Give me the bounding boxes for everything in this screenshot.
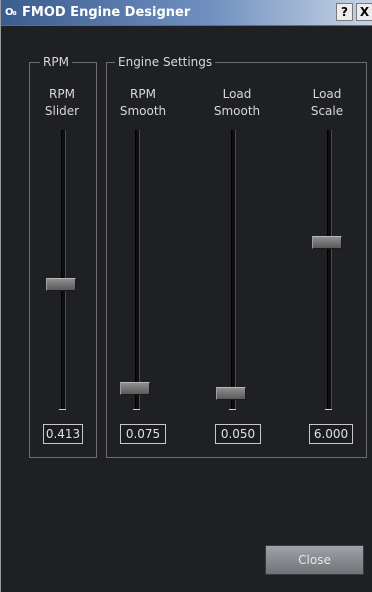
rpm-slider-value[interactable]: 0.413: [43, 424, 83, 444]
load-smooth-track[interactable]: [231, 130, 236, 410]
rpm-smooth-thumb[interactable]: [120, 381, 150, 395]
rpm-slider-thumb[interactable]: [46, 278, 76, 291]
rpm-slider-track[interactable]: [61, 130, 66, 410]
rpm-slider-tick: [59, 409, 66, 410]
help-button[interactable]: ?: [336, 3, 353, 21]
rpm-smooth-label: RPM Smooth: [113, 86, 173, 120]
rpm-slider-label-line2: Slider: [44, 104, 80, 118]
engine-designer-window: O₈ FMOD Engine Designer ? X RPM Engine S…: [0, 0, 372, 592]
rpm-smooth-tick: [133, 409, 140, 410]
load-smooth-label-line2: Smooth: [213, 104, 261, 118]
load-scale-thumb[interactable]: [312, 236, 342, 249]
load-scale-tick: [325, 409, 332, 410]
load-scale-label-line1: Load: [312, 87, 342, 101]
load-scale-value[interactable]: 6.000: [309, 424, 353, 444]
engine-settings-legend: Engine Settings: [115, 55, 216, 70]
fmod-app-icon: O₈: [5, 7, 17, 18]
rpm-slider-label-line1: RPM: [49, 87, 75, 101]
load-smooth-label: Load Smooth: [207, 86, 267, 120]
rpm-smooth-label-line2: Smooth: [119, 104, 167, 118]
load-scale-label-line2: Scale: [310, 104, 344, 118]
rpm-smooth-track[interactable]: [135, 130, 140, 410]
load-smooth-value[interactable]: 0.050: [215, 424, 261, 444]
load-smooth-tick: [229, 409, 236, 410]
rpm-slider-label: RPM Slider: [32, 86, 92, 120]
load-smooth-thumb[interactable]: [216, 387, 246, 401]
load-scale-track[interactable]: [327, 130, 332, 410]
close-button[interactable]: Close: [265, 545, 364, 575]
close-window-button[interactable]: X: [356, 3, 372, 21]
rpm-smooth-value[interactable]: 0.075: [120, 424, 166, 444]
rpm-group-legend: RPM: [40, 55, 72, 70]
load-smooth-label-line1: Load: [222, 87, 252, 101]
window-title: FMOD Engine Designer: [22, 5, 191, 20]
load-scale-label: Load Scale: [297, 86, 357, 120]
title-bar[interactable]: O₈ FMOD Engine Designer ? X: [1, 0, 372, 26]
rpm-smooth-label-line1: RPM: [130, 87, 156, 101]
